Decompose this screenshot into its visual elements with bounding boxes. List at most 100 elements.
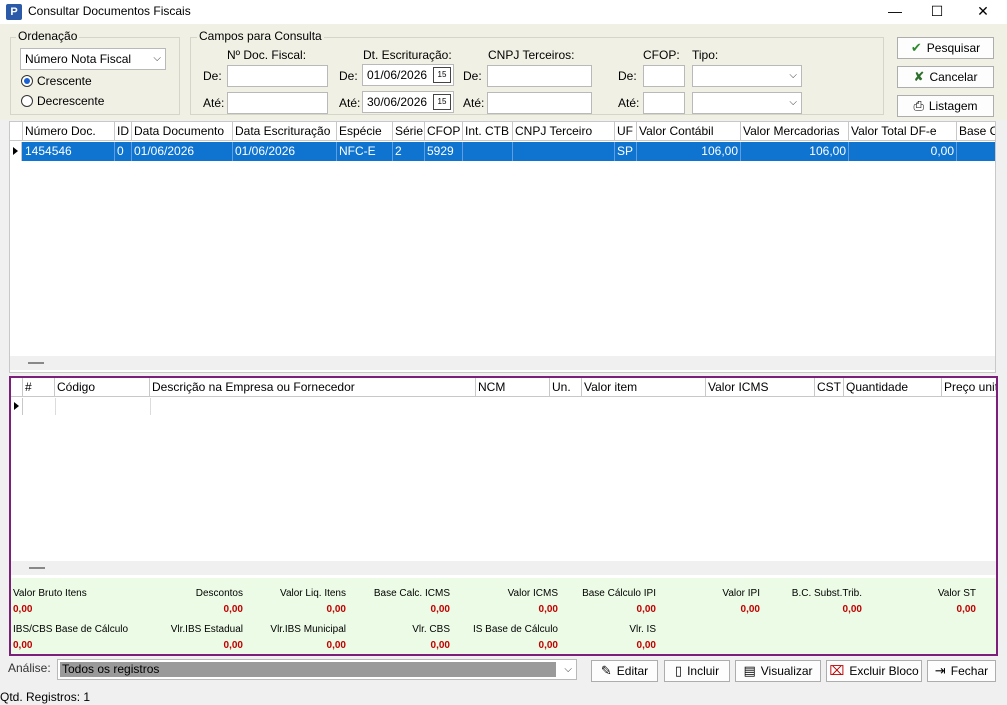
visualizar-label: Visualizar: [760, 664, 813, 678]
cnpj-de-input[interactable]: [487, 65, 592, 87]
dt-ate-input[interactable]: 30/06/2026 15: [362, 91, 454, 113]
dt-de-input[interactable]: 01/06/2026 15: [362, 64, 454, 86]
excluir-bloco-button[interactable]: ⌧ Excluir Bloco: [826, 660, 922, 682]
radio-decrescente[interactable]: Decrescente: [21, 93, 161, 109]
col-base-c[interactable]: Base C: [957, 122, 995, 141]
analise-select[interactable]: Todos os registros ⌵: [57, 659, 577, 680]
editar-button[interactable]: ✎ Editar: [591, 660, 658, 682]
col-cnpj-terceiro[interactable]: CNPJ Terceiro: [513, 122, 615, 141]
close-button[interactable]: ✕: [961, 0, 1005, 24]
cfop-ate-label: Até:: [618, 96, 640, 110]
editar-label: Editar: [616, 664, 649, 678]
nf-de-input[interactable]: [227, 65, 328, 87]
total-label: IBS/CBS Base de Cálculo: [13, 624, 129, 635]
table-row[interactable]: 1454546 0 01/06/2026 01/06/2026 NFC-E 2 …: [10, 142, 995, 161]
col-preco-unit[interactable]: Preço unit: [942, 378, 996, 397]
grid-splitter[interactable]: [11, 561, 996, 575]
total-value: 0,00: [430, 640, 450, 651]
col-data-documento[interactable]: Data Documento: [132, 122, 233, 141]
col-codigo[interactable]: Código: [55, 378, 150, 397]
col-data-escrituracao[interactable]: Data Escrituração: [233, 122, 337, 141]
col-descricao[interactable]: Descrição na Empresa ou Fornecedor: [150, 378, 476, 397]
cancel-x-icon: ✘: [913, 69, 925, 84]
listagem-button[interactable]: ⎙ Listagem: [897, 95, 994, 117]
pesquisar-button[interactable]: ✔ Pesquisar: [897, 37, 994, 59]
total-value: 0,00: [956, 604, 976, 615]
cell-data-documento[interactable]: 01/06/2026: [132, 142, 233, 161]
col-hash[interactable]: #: [23, 378, 55, 397]
cell-valor-total-dfe[interactable]: 0,00: [849, 142, 957, 161]
chevron-down-icon: ⌵: [153, 53, 161, 64]
totals-panel: Valor Bruto Itens 0,00 Descontos 0,00 Va…: [11, 578, 996, 654]
cnpj-ate-input[interactable]: [487, 92, 592, 114]
total-label: Valor ST: [937, 588, 976, 599]
analise-label: Análise:: [8, 661, 51, 675]
cell-data-escrituracao[interactable]: 01/06/2026: [233, 142, 337, 161]
radio-crescente[interactable]: Crescente: [21, 73, 161, 89]
col-valor-contabil[interactable]: Valor Contábil: [637, 122, 741, 141]
calendar-icon[interactable]: 15: [433, 94, 451, 110]
cell-int-ctb[interactable]: [463, 142, 513, 161]
filter-panel: Ordenação Número Nota Fiscal ⌵ Crescente…: [0, 24, 1007, 120]
total-label: Valor ICMS: [507, 588, 558, 599]
cell-especie[interactable]: NFC-E: [337, 142, 393, 161]
cell-id[interactable]: 0: [115, 142, 132, 161]
col-valor-total-dfe[interactable]: Valor Total DF-e: [849, 122, 957, 141]
cancelar-button[interactable]: ✘ Cancelar: [897, 66, 994, 88]
col-quantidade[interactable]: Quantidade: [844, 378, 942, 397]
col-valor-mercadorias[interactable]: Valor Mercadorias: [741, 122, 849, 141]
cell-numero-doc[interactable]: 1454546: [23, 142, 115, 161]
minimize-button[interactable]: —: [873, 0, 917, 24]
title-bar: P Consultar Documentos Fiscais — ☐ ✕: [0, 0, 1007, 24]
ordenacao-title: Ordenação: [16, 29, 80, 43]
cell-valor-contabil[interactable]: 106,00: [637, 142, 741, 161]
dt-de-value: 01/06/2026: [367, 68, 428, 82]
col-id[interactable]: ID: [115, 122, 132, 141]
col-especie[interactable]: Espécie: [337, 122, 393, 141]
total-label: Vlr. IS: [629, 624, 656, 635]
excluir-bloco-label: Excluir Bloco: [849, 664, 919, 678]
total-label: Valor IPI: [722, 588, 760, 599]
ordenacao-select[interactable]: Número Nota Fiscal ⌵: [20, 48, 166, 70]
tipo-ate-select[interactable]: ⌵: [692, 92, 802, 114]
col-ncm[interactable]: NCM: [476, 378, 550, 397]
table-row[interactable]: [11, 398, 996, 415]
cfop-de-input[interactable]: [643, 65, 685, 87]
cfop-ate-input[interactable]: [643, 92, 685, 114]
total-label: B.C. Subst.Trib.: [791, 588, 862, 599]
fechar-button[interactable]: ⇥ Fechar: [927, 660, 996, 682]
calendar-icon[interactable]: 15: [433, 67, 451, 83]
nf-label: Nº Doc. Fiscal:: [227, 48, 307, 62]
col-valor-icms[interactable]: Valor ICMS: [706, 378, 815, 397]
items-grid-header: # Código Descrição na Empresa ou Fornece…: [11, 378, 996, 397]
col-valor-item[interactable]: Valor item: [582, 378, 706, 397]
tipo-label: Tipo:: [692, 48, 719, 62]
col-numero-doc[interactable]: Número Doc.: [23, 122, 115, 141]
cell-base-c[interactable]: [957, 142, 995, 161]
dt-de-label: De:: [339, 69, 358, 83]
col-serie[interactable]: Série: [393, 122, 425, 141]
grid-splitter[interactable]: [10, 356, 995, 370]
incluir-button[interactable]: ▯ Incluir: [664, 660, 730, 682]
col-int-ctb[interactable]: Int. CTB: [463, 122, 513, 141]
cell-serie[interactable]: 2: [393, 142, 425, 161]
new-document-icon: ▯: [674, 663, 683, 678]
cell-cnpj-terceiro[interactable]: [513, 142, 615, 161]
total-label: Vlr.IBS Municipal: [270, 624, 346, 635]
maximize-button[interactable]: ☐: [915, 0, 959, 24]
window-title: Consultar Documentos Fiscais: [28, 4, 191, 18]
tipo-de-select[interactable]: ⌵: [692, 65, 802, 87]
col-cfop[interactable]: CFOP: [425, 122, 463, 141]
col-uf[interactable]: UF: [615, 122, 637, 141]
cell-uf[interactable]: SP: [615, 142, 637, 161]
pesquisar-label: Pesquisar: [926, 41, 981, 55]
nf-ate-input[interactable]: [227, 92, 328, 114]
col-cst[interactable]: CST: [815, 378, 844, 397]
col-un[interactable]: Un.: [550, 378, 582, 397]
visualizar-button[interactable]: ▤ Visualizar: [735, 660, 821, 682]
items-grid[interactable]: # Código Descrição na Empresa ou Fornece…: [9, 376, 998, 656]
cell-valor-mercadorias[interactable]: 106,00: [741, 142, 849, 161]
cell-cfop[interactable]: 5929: [425, 142, 463, 161]
total-value: 0,00: [636, 604, 656, 615]
documents-grid[interactable]: Número Doc. ID Data Documento Data Escri…: [9, 121, 996, 373]
